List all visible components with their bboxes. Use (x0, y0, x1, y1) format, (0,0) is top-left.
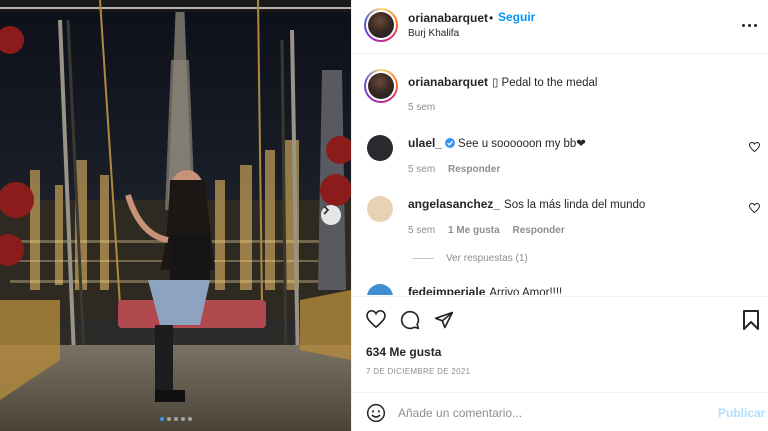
comment-time: 5 sem (408, 225, 436, 236)
comment-username[interactable]: ulael_ (408, 136, 442, 150)
likes-count[interactable]: 634 Me gusta (366, 345, 441, 359)
comment-time: 5 sem (408, 164, 436, 175)
commenter-avatar[interactable] (367, 196, 393, 222)
verified-badge-icon (445, 138, 456, 148)
comment-input[interactable] (398, 401, 698, 425)
carousel-dot (187, 417, 192, 421)
post-actions: 634 Me gusta 7 DE DICIEMBRE DE 2021 (352, 296, 768, 391)
comment-username[interactable]: fedeimperiale (408, 285, 485, 295)
comment-likes-count[interactable]: 1 Me gusta (448, 225, 500, 236)
comment-text: Sos la más linda del mundo (504, 199, 646, 211)
post-date[interactable]: 7 DE DICIEMBRE DE 2021 (366, 367, 470, 376)
comment-meta: 5 sem Responder (408, 164, 510, 175)
view-replies-label: Ver respuestas (1) (446, 253, 528, 264)
comment-composer: Publicar (352, 392, 768, 431)
author-avatar[interactable] (364, 8, 398, 42)
comments-list[interactable]: orianabarquet ▯ Pedal to the medal 5 sem … (352, 55, 768, 295)
replies-divider (412, 258, 434, 259)
more-options-icon[interactable] (742, 18, 758, 32)
bookmark-icon[interactable] (743, 310, 759, 330)
like-comment-heart-icon[interactable] (749, 203, 760, 213)
reply-button[interactable]: Responder (448, 164, 500, 175)
caption-author-avatar[interactable] (364, 69, 398, 103)
comment-text: See u soooooon my bb❤ (458, 138, 586, 150)
commenter-avatar[interactable] (367, 284, 393, 295)
comment-meta: 5 sem 1 Me gusta Responder (408, 225, 575, 236)
comment: fedeimperiale Arrivo Amor!!!! (408, 285, 562, 295)
post-side-panel: orianabarquet • Seguir Burj Khalifa oria… (351, 0, 768, 431)
comment: ulael_ See u soooooon my bb❤ (408, 136, 586, 150)
heart-icon[interactable] (366, 310, 386, 328)
carousel-dot (166, 417, 171, 421)
caption-meta: 5 sem (408, 102, 445, 113)
comment-text: Arrivo Amor!!!! (489, 287, 563, 295)
view-replies-button[interactable]: Ver respuestas (1) (412, 253, 528, 264)
reply-button[interactable]: Responder (512, 225, 564, 236)
location-link[interactable]: Burj Khalifa (408, 28, 459, 39)
publish-button[interactable]: Publicar (718, 406, 765, 420)
photo-burj-khalifa-swing (0, 0, 351, 431)
caption-time: 5 sem (408, 102, 436, 113)
smiley-icon[interactable] (366, 403, 386, 423)
caption-username[interactable]: orianabarquet (408, 75, 488, 89)
comment-username[interactable]: angelasanchez_ (408, 197, 500, 211)
chevron-right-icon (323, 205, 330, 215)
carousel-dot (173, 417, 178, 421)
post-photo[interactable] (0, 0, 351, 431)
caption: orianabarquet ▯ Pedal to the medal (408, 75, 597, 89)
carousel-dot (180, 417, 185, 421)
carousel-dot (159, 417, 164, 421)
author-username[interactable]: orianabarquet (408, 11, 488, 25)
like-comment-heart-icon[interactable] (749, 142, 760, 152)
paper-plane-icon[interactable] (434, 310, 454, 330)
separator-dot: • (489, 11, 494, 25)
caption-text: ▯ Pedal to the medal (492, 77, 598, 89)
comment: angelasanchez_ Sos la más linda del mundo (408, 197, 645, 211)
commenter-avatar[interactable] (367, 135, 393, 161)
carousel-indicator (0, 417, 351, 421)
follow-button[interactable]: Seguir (498, 10, 535, 24)
post-header: orianabarquet • Seguir Burj Khalifa (352, 0, 768, 54)
comment-icon[interactable] (400, 310, 420, 330)
next-photo-button[interactable] (321, 205, 341, 225)
